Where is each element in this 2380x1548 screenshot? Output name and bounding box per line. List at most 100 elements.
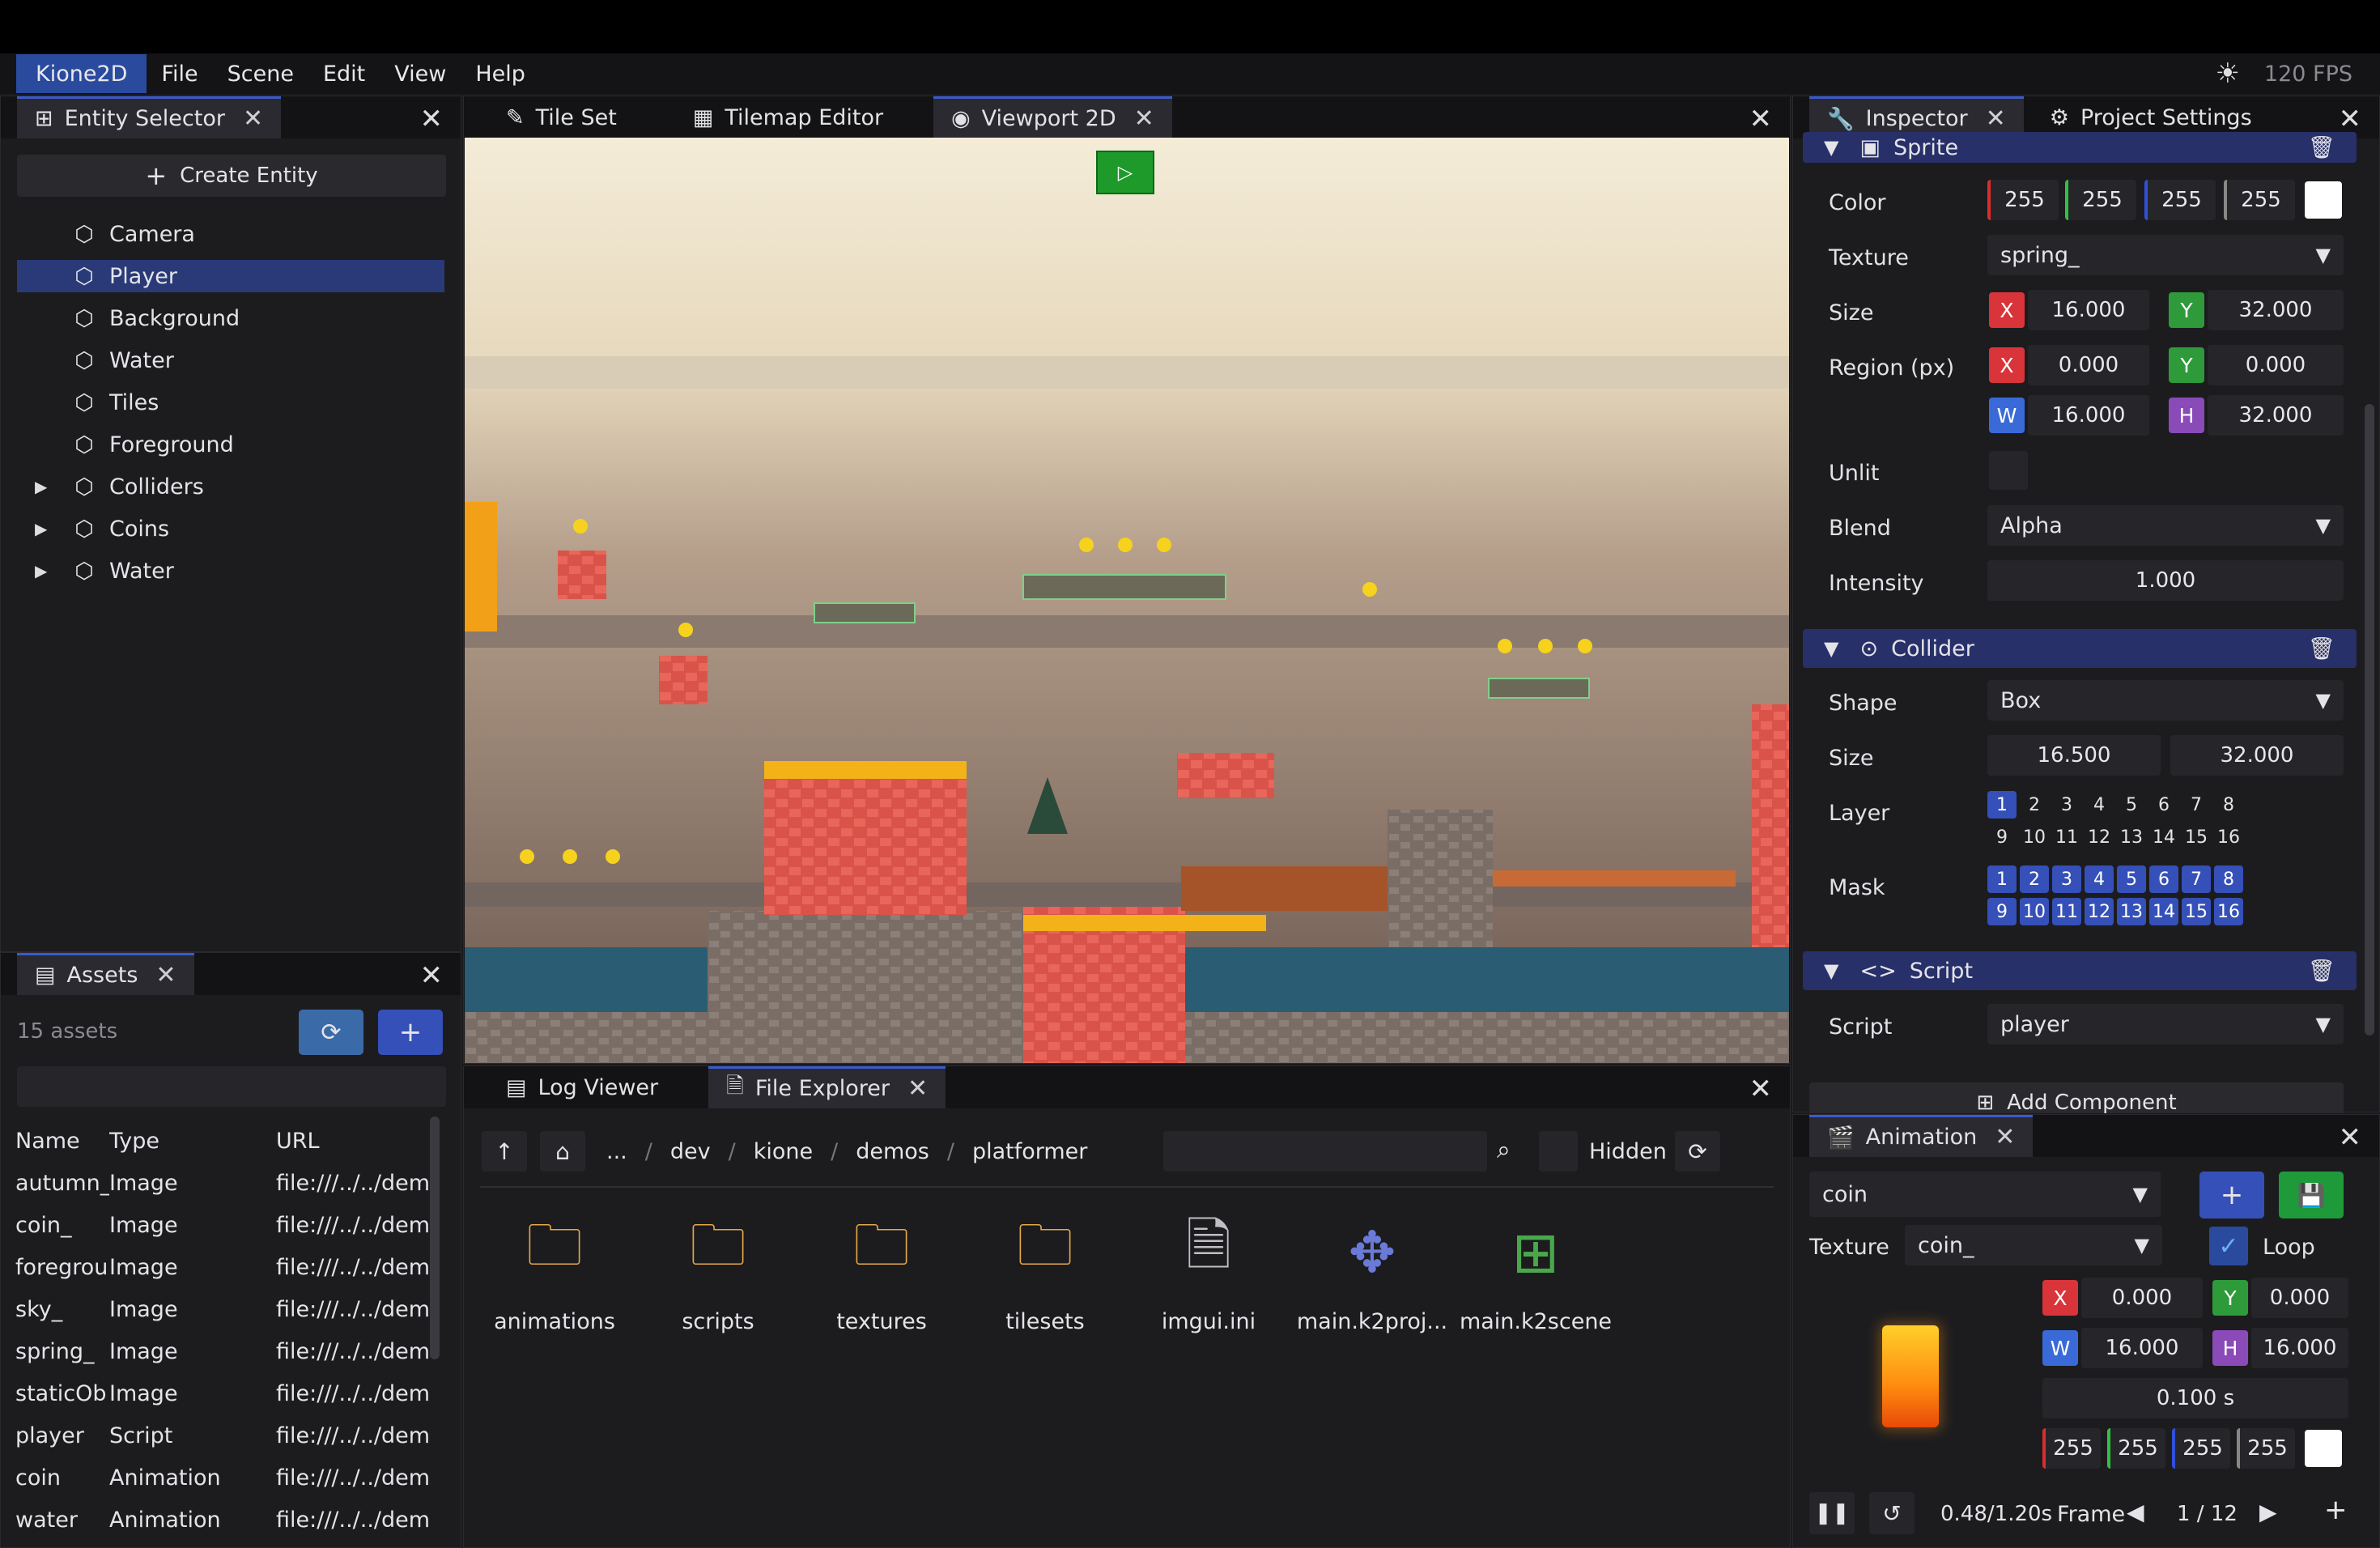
anim-texture-dropdown[interactable]: coin_ ▼ bbox=[1905, 1225, 2162, 1265]
add-component-button[interactable]: ⊞ Add Component bbox=[1809, 1082, 2344, 1113]
add-animation-button[interactable]: + bbox=[2199, 1172, 2264, 1218]
blend-dropdown[interactable]: Alpha ▼ bbox=[1987, 505, 2344, 546]
entity-item[interactable]: ⬡ Foreground bbox=[17, 428, 444, 461]
home-button[interactable]: ⌂ bbox=[540, 1131, 585, 1172]
layer-toggle[interactable]: 11 bbox=[2052, 823, 2081, 851]
frame-w-input[interactable]: 16.000 bbox=[2081, 1328, 2203, 1368]
frame-x-input[interactable]: 0.000 bbox=[2081, 1278, 2203, 1318]
create-entity-button[interactable]: + Create Entity bbox=[17, 155, 446, 197]
close-icon[interactable]: ✕ bbox=[1134, 104, 1154, 133]
region-y-input[interactable]: 0.000 bbox=[2208, 345, 2344, 385]
layer-toggle[interactable]: 13 bbox=[2117, 823, 2146, 851]
frame-y-input[interactable]: 0.000 bbox=[2251, 1278, 2348, 1318]
table-row[interactable]: player Script file:///../../dem bbox=[15, 1414, 428, 1457]
breadcrumb-item[interactable]: platformer bbox=[972, 1139, 1087, 1164]
mask-toggle[interactable]: 10 bbox=[2020, 898, 2049, 925]
explorer-item[interactable]: 🗀 textures bbox=[801, 1212, 963, 1335]
breadcrumb-item[interactable]: kione bbox=[754, 1139, 813, 1164]
anim-color-b[interactable]: 255 bbox=[2172, 1428, 2230, 1469]
mask-toggle[interactable]: 6 bbox=[2149, 865, 2178, 893]
panel-close-icon[interactable]: ✕ bbox=[420, 103, 444, 135]
layer-toggle[interactable]: 9 bbox=[1987, 823, 2017, 851]
entity-item[interactable]: ⬡ Water bbox=[17, 344, 444, 376]
layer-toggle[interactable]: 4 bbox=[2085, 791, 2114, 819]
refresh-assets-button[interactable]: ⟳ bbox=[299, 1010, 363, 1055]
color-swatch[interactable] bbox=[2305, 181, 2342, 219]
region-w-input[interactable]: 16.000 bbox=[2028, 395, 2149, 436]
mask-toggle[interactable]: 1 bbox=[1987, 865, 2017, 893]
color-g[interactable]: 255 bbox=[2065, 180, 2136, 220]
entity-item[interactable]: ▶ ⬡ Colliders bbox=[17, 470, 444, 503]
panel-close-icon[interactable]: ✕ bbox=[1749, 103, 1773, 135]
hidden-checkbox[interactable] bbox=[1539, 1131, 1578, 1172]
menu-file[interactable]: File bbox=[147, 53, 212, 94]
table-row[interactable]: staticOb Image file:///../../dem bbox=[15, 1372, 428, 1414]
anim-color-a[interactable]: 255 bbox=[2237, 1428, 2295, 1469]
collider-size-y[interactable]: 32.000 bbox=[2170, 735, 2344, 776]
collider-size-x[interactable]: 16.500 bbox=[1987, 735, 2161, 776]
tab-tile-set[interactable]: ✎ Tile Set bbox=[488, 96, 635, 138]
column-header[interactable]: Name bbox=[15, 1120, 109, 1162]
table-row[interactable]: coin Animation file:///../../dem bbox=[15, 1457, 428, 1499]
explorer-item[interactable]: ⊞ main.k2scene bbox=[1455, 1212, 1617, 1334]
sprite-section-header[interactable]: ▼ ▣ Sprite 🗑 bbox=[1803, 132, 2357, 163]
shape-dropdown[interactable]: Box ▼ bbox=[1987, 680, 2344, 721]
refresh-explorer-button[interactable]: ⟳ bbox=[1675, 1131, 1720, 1172]
inspector-scrollbar[interactable] bbox=[2365, 404, 2374, 1036]
anim-color-r[interactable]: 255 bbox=[2042, 1428, 2101, 1469]
save-animation-button[interactable]: 💾 bbox=[2279, 1172, 2344, 1218]
game-viewport[interactable]: ▷ bbox=[465, 138, 1789, 1063]
mask-toggle[interactable]: 3 bbox=[2052, 865, 2081, 893]
entity-item[interactable]: ⬡ Background bbox=[17, 302, 444, 334]
explorer-item[interactable]: 🗀 animations bbox=[474, 1212, 635, 1335]
table-row[interactable]: autumn_ Image file:///../../dem bbox=[15, 1162, 428, 1204]
intensity-input[interactable]: 1.000 bbox=[1987, 560, 2344, 601]
app-brand-menu[interactable]: Kione2D bbox=[16, 54, 147, 93]
close-icon[interactable]: ✕ bbox=[1995, 1123, 2015, 1151]
layer-toggle[interactable]: 16 bbox=[2214, 823, 2243, 851]
table-row[interactable]: water Animation file:///../../dem bbox=[15, 1499, 428, 1541]
prev-frame-button[interactable]: ◀ bbox=[2127, 1499, 2144, 1525]
tab-assets[interactable]: ▤ Assets ✕ bbox=[17, 953, 194, 995]
anim-color-g[interactable]: 255 bbox=[2107, 1428, 2165, 1469]
region-h-input[interactable]: 32.000 bbox=[2208, 395, 2344, 436]
breadcrumb-item[interactable]: dev bbox=[670, 1139, 711, 1164]
tab-log-viewer[interactable]: ▤ Log Viewer bbox=[488, 1066, 676, 1108]
color-a[interactable]: 255 bbox=[2224, 180, 2295, 220]
tab-tilemap-editor[interactable]: ▦ Tilemap Editor bbox=[675, 96, 901, 138]
mask-toggle[interactable]: 4 bbox=[2085, 865, 2114, 893]
explorer-item[interactable]: 🗎 imgui.ini bbox=[1128, 1212, 1290, 1335]
collider-section-header[interactable]: ▼ ⊙ Collider 🗑 bbox=[1803, 629, 2357, 668]
explorer-item[interactable]: 🗀 tilesets bbox=[964, 1212, 1126, 1335]
tab-entity-selector[interactable]: ⊞ Entity Selector ✕ bbox=[17, 96, 282, 138]
breadcrumb-item[interactable]: ... bbox=[606, 1139, 627, 1164]
layer-toggle[interactable]: 10 bbox=[2020, 823, 2049, 851]
close-icon[interactable]: ✕ bbox=[155, 961, 176, 989]
explorer-search-input[interactable] bbox=[1163, 1131, 1487, 1172]
entity-item[interactable]: ▶ ⬡ Coins bbox=[17, 512, 444, 545]
mask-toggle[interactable]: 15 bbox=[2182, 898, 2211, 925]
region-x-input[interactable]: 0.000 bbox=[2028, 345, 2149, 385]
mask-toggle[interactable]: 9 bbox=[1987, 898, 2017, 925]
expand-arrow-icon[interactable]: ▶ bbox=[35, 477, 47, 496]
color-r[interactable]: 255 bbox=[1987, 180, 2059, 220]
layer-toggle[interactable]: 12 bbox=[2085, 823, 2114, 851]
menu-scene[interactable]: Scene bbox=[213, 53, 308, 94]
restart-button[interactable]: ↺ bbox=[1869, 1492, 1915, 1534]
table-row[interactable]: foregrou Image file:///../../dem bbox=[15, 1246, 428, 1288]
asset-search-input[interactable] bbox=[17, 1066, 446, 1107]
assets-scrollbar[interactable] bbox=[430, 1116, 440, 1359]
mask-toggle[interactable]: 11 bbox=[2052, 898, 2081, 925]
unlit-checkbox[interactable] bbox=[1989, 451, 2028, 490]
layer-toggle[interactable]: 6 bbox=[2149, 791, 2178, 819]
table-row[interactable]: spring_ Image file:///../../dem bbox=[15, 1330, 428, 1372]
tab-viewport-2d[interactable]: ◉ Viewport 2D ✕ bbox=[933, 96, 1172, 138]
layer-toggle[interactable]: 2 bbox=[2020, 791, 2049, 819]
panel-close-icon[interactable]: ✕ bbox=[1749, 1073, 1773, 1105]
animation-dropdown[interactable]: coin ▼ bbox=[1809, 1172, 2161, 1217]
mask-toggle[interactable]: 2 bbox=[2020, 865, 2049, 893]
theme-toggle-icon[interactable]: ☀ bbox=[2215, 57, 2239, 90]
frame-h-input[interactable]: 16.000 bbox=[2251, 1328, 2348, 1368]
mask-toggle[interactable]: 12 bbox=[2085, 898, 2114, 925]
entity-item[interactable]: ⬡ Player bbox=[17, 260, 444, 292]
